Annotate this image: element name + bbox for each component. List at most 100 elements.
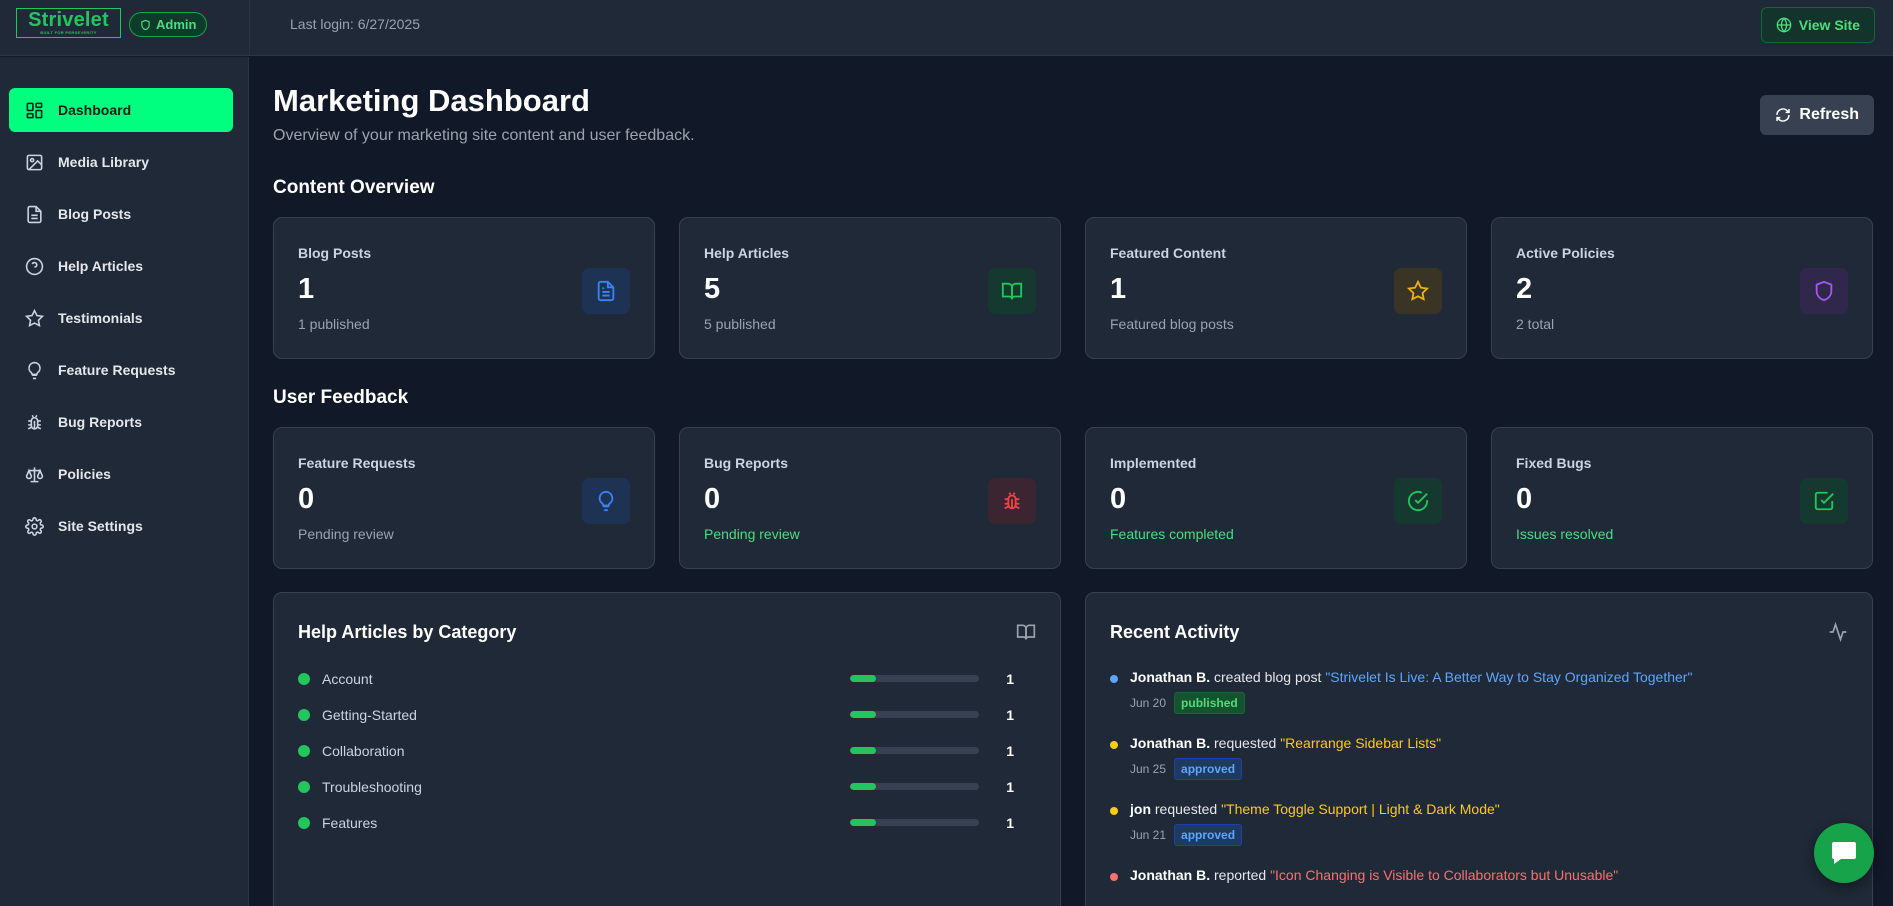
status-badge: approved (1174, 758, 1243, 780)
recent-activity-title: Recent Activity (1110, 622, 1240, 642)
help-categories-panel: Help Articles by Category Account 1 Gett… (273, 592, 1061, 906)
category-name: Troubleshooting (322, 779, 422, 795)
activity-target-link[interactable]: "Theme Toggle Support | Light & Dark Mod… (1221, 801, 1500, 817)
dashboard-grid-icon (25, 101, 44, 120)
sidebar-item-dashboard[interactable]: Dashboard (9, 88, 233, 132)
brand-logo[interactable]: Strivelet BUILT FOR PERSEVERITY (16, 8, 121, 38)
lightbulb-icon (582, 478, 630, 524)
sidebar: Dashboard Media Library Blog Posts Help … (0, 57, 249, 906)
activity-target-link[interactable]: "Icon Changing is Visible to Collaborato… (1270, 867, 1618, 883)
activity-text: Jonathan B. reported "Icon Changing is V… (1130, 867, 1618, 883)
stat-label: Fixed Bugs (1516, 455, 1592, 471)
image-icon (25, 153, 44, 172)
sidebar-item-policies[interactable]: Policies (9, 452, 233, 496)
category-name: Collaboration (322, 743, 405, 759)
sidebar-item-label: Policies (58, 466, 111, 482)
stat-sub: Features completed (1110, 526, 1234, 542)
globe-icon (1776, 17, 1792, 33)
bug-icon (988, 478, 1036, 524)
category-name: Features (322, 815, 378, 831)
activity-user: jon (1130, 801, 1151, 817)
activity-user: Jonathan B. (1130, 867, 1211, 883)
chat-button[interactable] (1814, 823, 1874, 883)
category-count: 1 (1006, 815, 1014, 831)
stat-card-feature-requests[interactable]: Feature Requests 0 Pending review (273, 427, 655, 569)
help-circle-icon (25, 257, 44, 276)
category-bar-fill (850, 747, 876, 754)
activity-meta: Jun 21 approved (1130, 824, 1243, 846)
stat-card-active-policies[interactable]: Active Policies 2 2 total (1491, 217, 1873, 359)
category-dot (298, 817, 310, 829)
stat-label: Help Articles (704, 245, 790, 261)
stat-label: Active Policies (1516, 245, 1615, 261)
shield-icon (1800, 268, 1848, 314)
brand-tagline: BUILT FOR PERSEVERITY (40, 30, 97, 35)
stat-card-featured-content[interactable]: Featured Content 1 Featured blog posts (1085, 217, 1467, 359)
category-dot (298, 709, 310, 721)
stat-label: Blog Posts (298, 245, 372, 261)
bug-icon (25, 413, 44, 432)
book-open-icon (1016, 622, 1036, 642)
gear-icon (25, 516, 44, 536)
sidebar-item-blog-posts[interactable]: Blog Posts (9, 192, 233, 236)
activity-target-link[interactable]: "Strivelet Is Live: A Better Way to Stay… (1325, 669, 1692, 685)
content-overview-title: Content Overview (273, 177, 435, 198)
sidebar-item-label: Blog Posts (58, 206, 132, 222)
activity-target-link[interactable]: "Rearrange Sidebar Lists" (1280, 735, 1441, 751)
book-open-icon (988, 268, 1036, 314)
category-row: Features 1 (298, 813, 1038, 833)
sidebar-item-label: Feature Requests (58, 362, 176, 378)
category-row: Account 1 (298, 669, 1038, 689)
stat-sub: 1 published (298, 316, 370, 332)
stat-card-blog-posts[interactable]: Blog Posts 1 1 published (273, 217, 655, 359)
page-subtitle: Overview of your marketing site content … (273, 127, 695, 144)
stat-card-help-articles[interactable]: Help Articles 5 5 published (679, 217, 1061, 359)
stat-value: 0 (1516, 483, 1533, 515)
stat-value: 1 (1110, 273, 1127, 305)
admin-badge: Admin (129, 12, 208, 37)
sidebar-item-media-library[interactable]: Media Library (9, 140, 233, 184)
category-bar-fill (850, 783, 876, 790)
help-categories-title: Help Articles by Category (298, 622, 517, 642)
stat-sub: Pending review (704, 526, 800, 542)
category-dot (298, 673, 310, 685)
category-bar-fill (850, 711, 876, 718)
stat-card-bug-reports[interactable]: Bug Reports 0 Pending review (679, 427, 1061, 569)
view-site-button[interactable]: View Site (1760, 7, 1875, 43)
sidebar-item-testimonials[interactable]: Testimonials (9, 296, 233, 340)
status-badge: published (1174, 692, 1245, 714)
activity-action: requested (1214, 735, 1277, 751)
sidebar-item-bug-reports[interactable]: Bug Reports (9, 400, 233, 444)
category-dot (298, 781, 310, 793)
stat-value: 0 (1110, 483, 1127, 515)
refresh-icon (1775, 107, 1791, 123)
status-badge: approved (1174, 824, 1243, 846)
category-count: 1 (1006, 671, 1014, 687)
main-content: Marketing Dashboard Overview of your mar… (250, 57, 1893, 906)
stat-label: Bug Reports (704, 455, 788, 471)
sidebar-item-site-settings[interactable]: Site Settings (9, 504, 233, 548)
stat-value: 1 (298, 273, 315, 305)
stat-label: Featured Content (1110, 245, 1226, 261)
chat-bubble-icon (1829, 839, 1859, 867)
brand-name: Strivelet (28, 9, 109, 31)
category-row: Getting-Started 1 (298, 705, 1038, 725)
stat-sub: 2 total (1516, 316, 1555, 332)
stat-card-implemented[interactable]: Implemented 0 Features completed (1085, 427, 1467, 569)
stat-value: 0 (298, 483, 315, 515)
star-icon (1394, 268, 1442, 314)
stat-card-fixed-bugs[interactable]: Fixed Bugs 0 Issues resolved (1491, 427, 1873, 569)
sidebar-item-label: Testimonials (58, 310, 143, 326)
sidebar-item-help-articles[interactable]: Help Articles (9, 244, 233, 288)
stat-label: Feature Requests (298, 455, 416, 471)
lightbulb-icon (25, 361, 44, 380)
sidebar-item-feature-requests[interactable]: Feature Requests (9, 348, 233, 392)
activity-meta: Jun 25 approved (1130, 758, 1243, 780)
last-login-text: Last login: 6/27/2025 (290, 16, 420, 32)
divider (249, 0, 250, 56)
category-count: 1 (1006, 779, 1014, 795)
category-bar-track (850, 747, 979, 754)
activity-text: jon requested "Theme Toggle Support | Li… (1130, 801, 1500, 817)
stat-sub: Issues resolved (1516, 526, 1614, 542)
refresh-button[interactable]: Refresh (1760, 95, 1874, 135)
